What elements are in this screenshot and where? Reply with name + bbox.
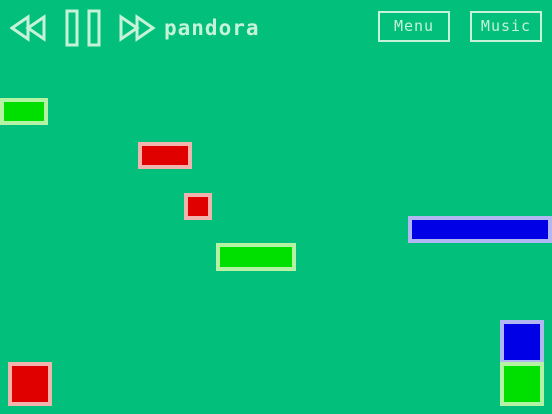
blue-block[interactable] [500, 320, 544, 364]
game-title: pandora [164, 16, 260, 40]
rewind-button[interactable] [10, 14, 48, 42]
rewind-icon [10, 14, 46, 42]
green-block[interactable] [0, 98, 48, 125]
red-block[interactable] [138, 142, 192, 169]
music-button[interactable]: Music [470, 11, 542, 42]
green-block[interactable] [500, 362, 544, 406]
fast-forward-button[interactable] [118, 14, 156, 42]
pause-button[interactable] [64, 8, 102, 48]
pause-icon [65, 9, 101, 47]
game-stage[interactable]: pandora Menu Music [0, 0, 552, 414]
green-block[interactable] [216, 243, 296, 271]
menu-button[interactable]: Menu [378, 11, 450, 42]
fast-forward-icon [119, 14, 156, 42]
blue-block[interactable] [408, 216, 552, 243]
red-block[interactable] [184, 193, 212, 220]
red-block[interactable] [8, 362, 52, 406]
